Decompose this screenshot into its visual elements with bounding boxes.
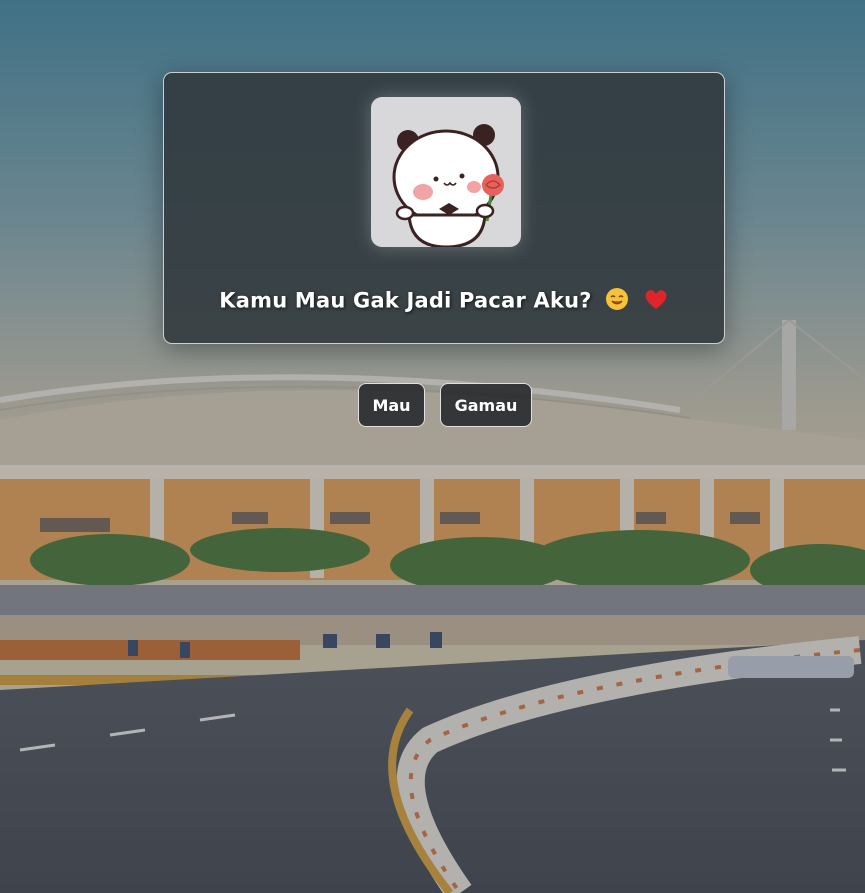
red-heart-icon (643, 287, 669, 316)
yes-button[interactable]: Mau (358, 383, 425, 427)
panda-holding-rose-icon (371, 97, 521, 247)
question-card: Kamu Mau Gak Jadi Pacar Aku? (163, 72, 725, 344)
smiling-face-icon (605, 287, 629, 316)
question-label: Kamu Mau Gak Jadi Pacar Aku? (219, 288, 592, 313)
no-button[interactable]: Gamau (440, 383, 532, 427)
question-text: Kamu Mau Gak Jadi Pacar Aku? (164, 287, 724, 316)
